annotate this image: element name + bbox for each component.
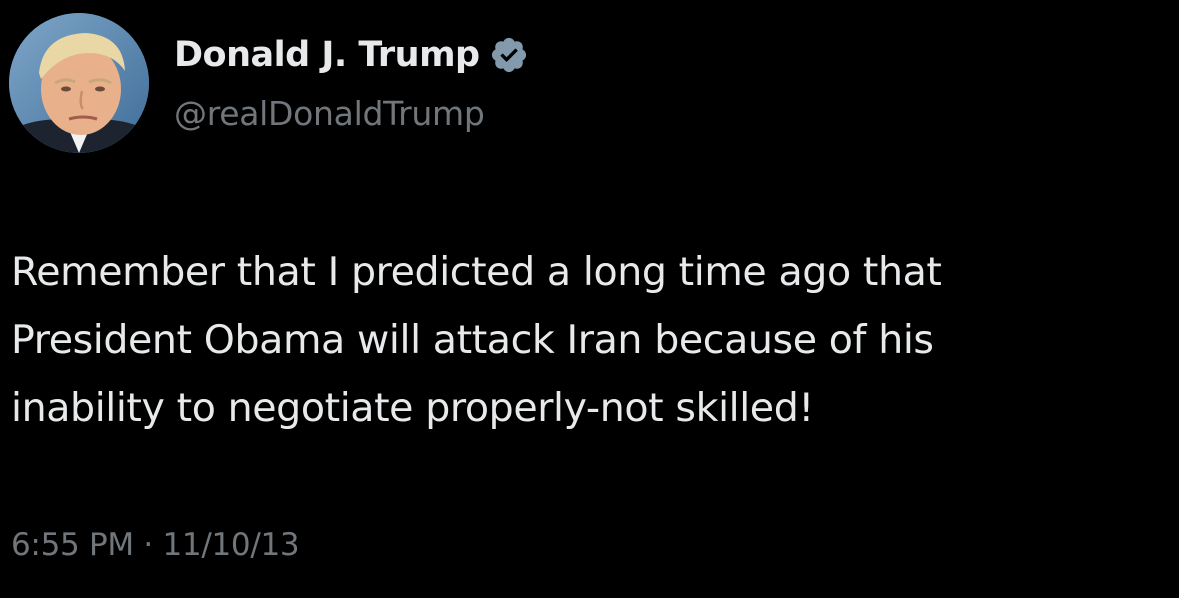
display-name[interactable]: Donald J. Trump [174, 35, 480, 75]
tweet-time: 6:55 PM [11, 527, 134, 563]
verified-badge-icon[interactable] [489, 35, 529, 75]
user-handle[interactable]: @realDonaldTrump [174, 94, 529, 133]
tweet-date: 11/10/13 [162, 527, 300, 563]
author-block: Donald J. Trump @realDonaldTrump [174, 30, 529, 133]
tweet-card: Donald J. Trump @realDonaldTrump Remembe… [0, 0, 1179, 598]
tweet-text: Remember that I predicted a long time ag… [11, 249, 942, 431]
avatar[interactable] [9, 13, 149, 153]
tweet-timestamp[interactable]: 6:55 PM · 11/10/13 [11, 527, 300, 563]
meta-separator: · [143, 527, 153, 563]
author-name-row: Donald J. Trump [174, 30, 529, 80]
avatar-image [9, 13, 149, 153]
